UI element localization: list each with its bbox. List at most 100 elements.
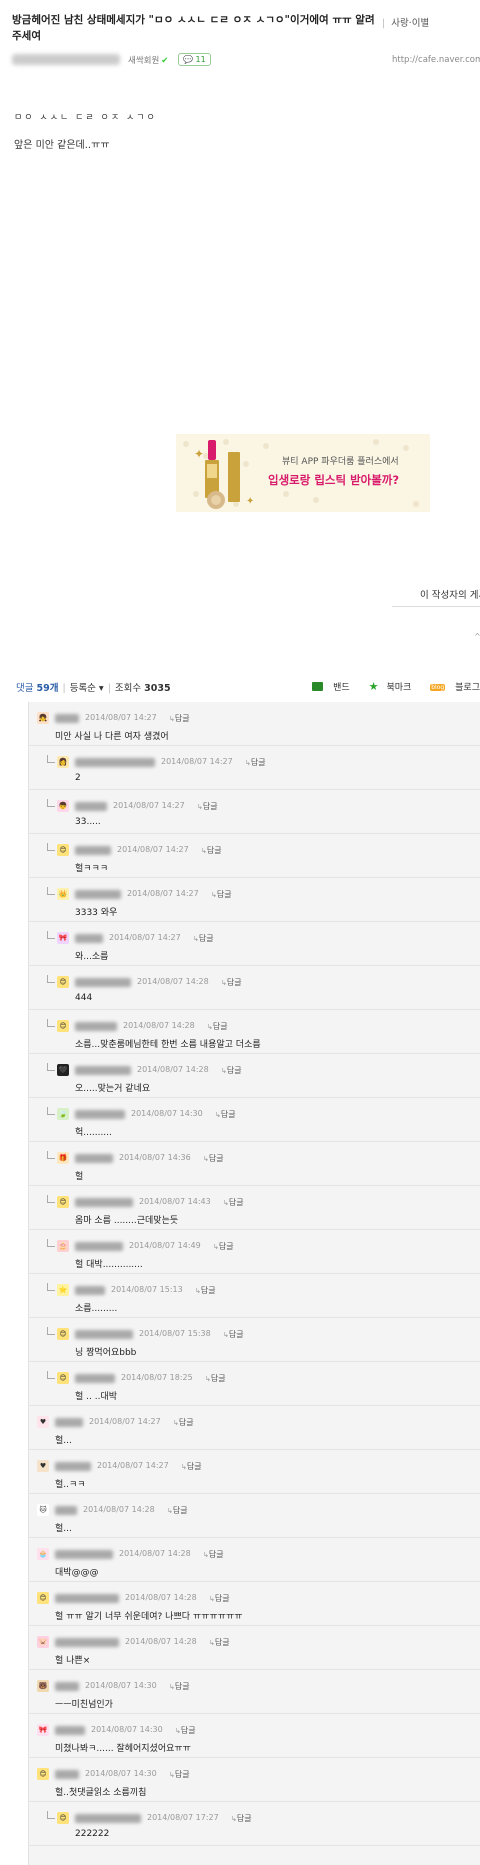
avatar[interactable]: 🐱: [37, 1504, 49, 1516]
reply-link-label: 답글: [208, 1550, 224, 1559]
reply-indent-icon: [47, 1811, 55, 1819]
board-name-label[interactable]: 사랑·이별: [391, 18, 429, 29]
band-share-button[interactable]: 밴드: [312, 682, 350, 693]
board-name[interactable]: | 사랑·이별: [382, 15, 429, 29]
commenter-nickname[interactable]: [75, 1286, 105, 1295]
blog-share-button[interactable]: blog 블로그: [422, 683, 480, 693]
commenter-nickname[interactable]: [55, 1682, 79, 1691]
commenter-nickname[interactable]: [55, 1726, 85, 1735]
reply-link[interactable]: ↳답글: [231, 1813, 252, 1824]
reply-link[interactable]: ↳답글: [169, 1769, 190, 1780]
avatar[interactable]: 😊: [57, 1328, 69, 1340]
reply-link[interactable]: ↳답글: [203, 1549, 224, 1560]
commenter-nickname[interactable]: [55, 1638, 119, 1647]
bookmark-button[interactable]: ★ 북마크: [361, 680, 412, 693]
reply-link[interactable]: ↳답글: [181, 1461, 202, 1472]
avatar[interactable]: 🎀: [57, 932, 69, 944]
reply-link[interactable]: ↳답글: [205, 1373, 226, 1384]
reply-link[interactable]: ↳답글: [221, 977, 242, 988]
avatar[interactable]: 🎂: [57, 1240, 69, 1252]
commenter-nickname[interactable]: [75, 1814, 141, 1823]
avatar[interactable]: ⭐: [57, 1284, 69, 1296]
reply-comment: 🍃 2014/08/07 14:30 ↳답글 헉..........: [29, 1098, 480, 1142]
avatar[interactable]: 🍃: [57, 1108, 69, 1120]
avatar[interactable]: 🎁: [57, 1152, 69, 1164]
commenter-nickname[interactable]: [55, 1462, 91, 1471]
reply-link[interactable]: ↳답글: [213, 1241, 234, 1252]
reply-link[interactable]: ↳답글: [245, 757, 266, 768]
commenter-nickname[interactable]: [55, 1770, 79, 1779]
reply-link[interactable]: ↳답글: [169, 1681, 190, 1692]
reply-link[interactable]: ↳답글: [169, 713, 190, 724]
avatar[interactable]: 😊: [57, 844, 69, 856]
avatar[interactable]: ♥: [37, 1416, 49, 1428]
avatar[interactable]: 👧: [37, 712, 49, 724]
commenter-nickname[interactable]: [75, 978, 131, 987]
comment-count: 59개: [36, 683, 59, 694]
post-url[interactable]: http://cafe.naver.com/: [392, 55, 480, 65]
commenter-nickname[interactable]: [75, 890, 121, 899]
comment-count-badge[interactable]: 💬 11: [178, 53, 211, 66]
commenter-nickname[interactable]: [75, 802, 107, 811]
reply-link[interactable]: ↳답글: [197, 801, 218, 812]
commenter-nickname[interactable]: [75, 934, 103, 943]
commenter-nickname[interactable]: [55, 1594, 119, 1603]
reply-link[interactable]: ↳답글: [221, 1065, 242, 1076]
avatar[interactable]: 😊: [37, 1768, 49, 1780]
reply-link[interactable]: ↳답글: [201, 845, 222, 856]
commenter-nickname[interactable]: [75, 1374, 115, 1383]
reply-link[interactable]: ↳답글: [209, 1637, 230, 1648]
reply-link[interactable]: ↳답글: [167, 1505, 188, 1516]
avatar[interactable]: 👦: [57, 800, 69, 812]
comment-date: 2014/08/07 14:28: [119, 1549, 191, 1558]
avatar[interactable]: 🎀: [37, 1724, 49, 1736]
commenter-nickname[interactable]: [75, 1022, 117, 1031]
commenter-nickname[interactable]: [55, 714, 79, 723]
avatar[interactable]: 🧁: [37, 1548, 49, 1560]
ad-banner[interactable]: ✦ ✦ 뷰티 APP 파우더룸 플러스에서 입생로랑 립스틱 받아볼까?: [176, 434, 430, 512]
comment-text: 대박@@@: [55, 1568, 99, 1578]
avatar[interactable]: 🐻: [37, 1680, 49, 1692]
avatar[interactable]: 👩: [57, 756, 69, 768]
author-more-posts[interactable]: 이 작성자의 게시: [420, 587, 480, 601]
avatar[interactable]: 😊: [57, 1372, 69, 1384]
reply-link[interactable]: ↳답글: [173, 1417, 194, 1428]
reply-link[interactable]: ↳답글: [175, 1725, 196, 1736]
reply-link[interactable]: ↳답글: [211, 889, 232, 900]
comment-toggle[interactable]: 댓글 59개: [16, 683, 58, 694]
up-arrow-icon[interactable]: ^: [474, 632, 480, 641]
reply-link-label: 답글: [226, 1066, 242, 1075]
views-label: 조회수: [114, 683, 142, 694]
reply-link[interactable]: ↳답글: [209, 1593, 230, 1604]
avatar[interactable]: ♥: [37, 1460, 49, 1472]
author-name[interactable]: [12, 54, 120, 65]
commenter-nickname[interactable]: [75, 1242, 123, 1251]
avatar[interactable]: 😊: [57, 1196, 69, 1208]
sort-dropdown[interactable]: 등록순 ▾: [70, 683, 104, 694]
reply-link[interactable]: ↳답글: [215, 1109, 236, 1120]
avatar[interactable]: 😊: [57, 976, 69, 988]
reply-link[interactable]: ↳답글: [195, 1285, 216, 1296]
commenter-nickname[interactable]: [55, 1506, 77, 1515]
avatar[interactable]: 🐷: [37, 1636, 49, 1648]
commenter-nickname[interactable]: [55, 1418, 83, 1427]
avatar[interactable]: 😊: [57, 1812, 69, 1824]
reply-link[interactable]: ↳답글: [207, 1021, 228, 1032]
reply-comment: 😊 2014/08/07 14:28 ↳답글 444: [29, 966, 480, 1010]
commenter-nickname[interactable]: [75, 1198, 133, 1207]
avatar[interactable]: 👑: [57, 888, 69, 900]
commenter-nickname[interactable]: [75, 1154, 113, 1163]
avatar[interactable]: 😊: [57, 1020, 69, 1032]
commenter-nickname[interactable]: [75, 1330, 133, 1339]
commenter-nickname[interactable]: [75, 1066, 131, 1075]
reply-link[interactable]: ↳답글: [193, 933, 214, 944]
reply-link[interactable]: ↳답글: [223, 1197, 244, 1208]
reply-link[interactable]: ↳답글: [203, 1153, 224, 1164]
avatar[interactable]: 😊: [37, 1592, 49, 1604]
commenter-nickname[interactable]: [75, 846, 111, 855]
commenter-nickname[interactable]: [55, 1550, 113, 1559]
reply-link[interactable]: ↳답글: [223, 1329, 244, 1340]
avatar[interactable]: 🖤: [57, 1064, 69, 1076]
commenter-nickname[interactable]: [75, 758, 155, 767]
commenter-nickname[interactable]: [75, 1110, 125, 1119]
